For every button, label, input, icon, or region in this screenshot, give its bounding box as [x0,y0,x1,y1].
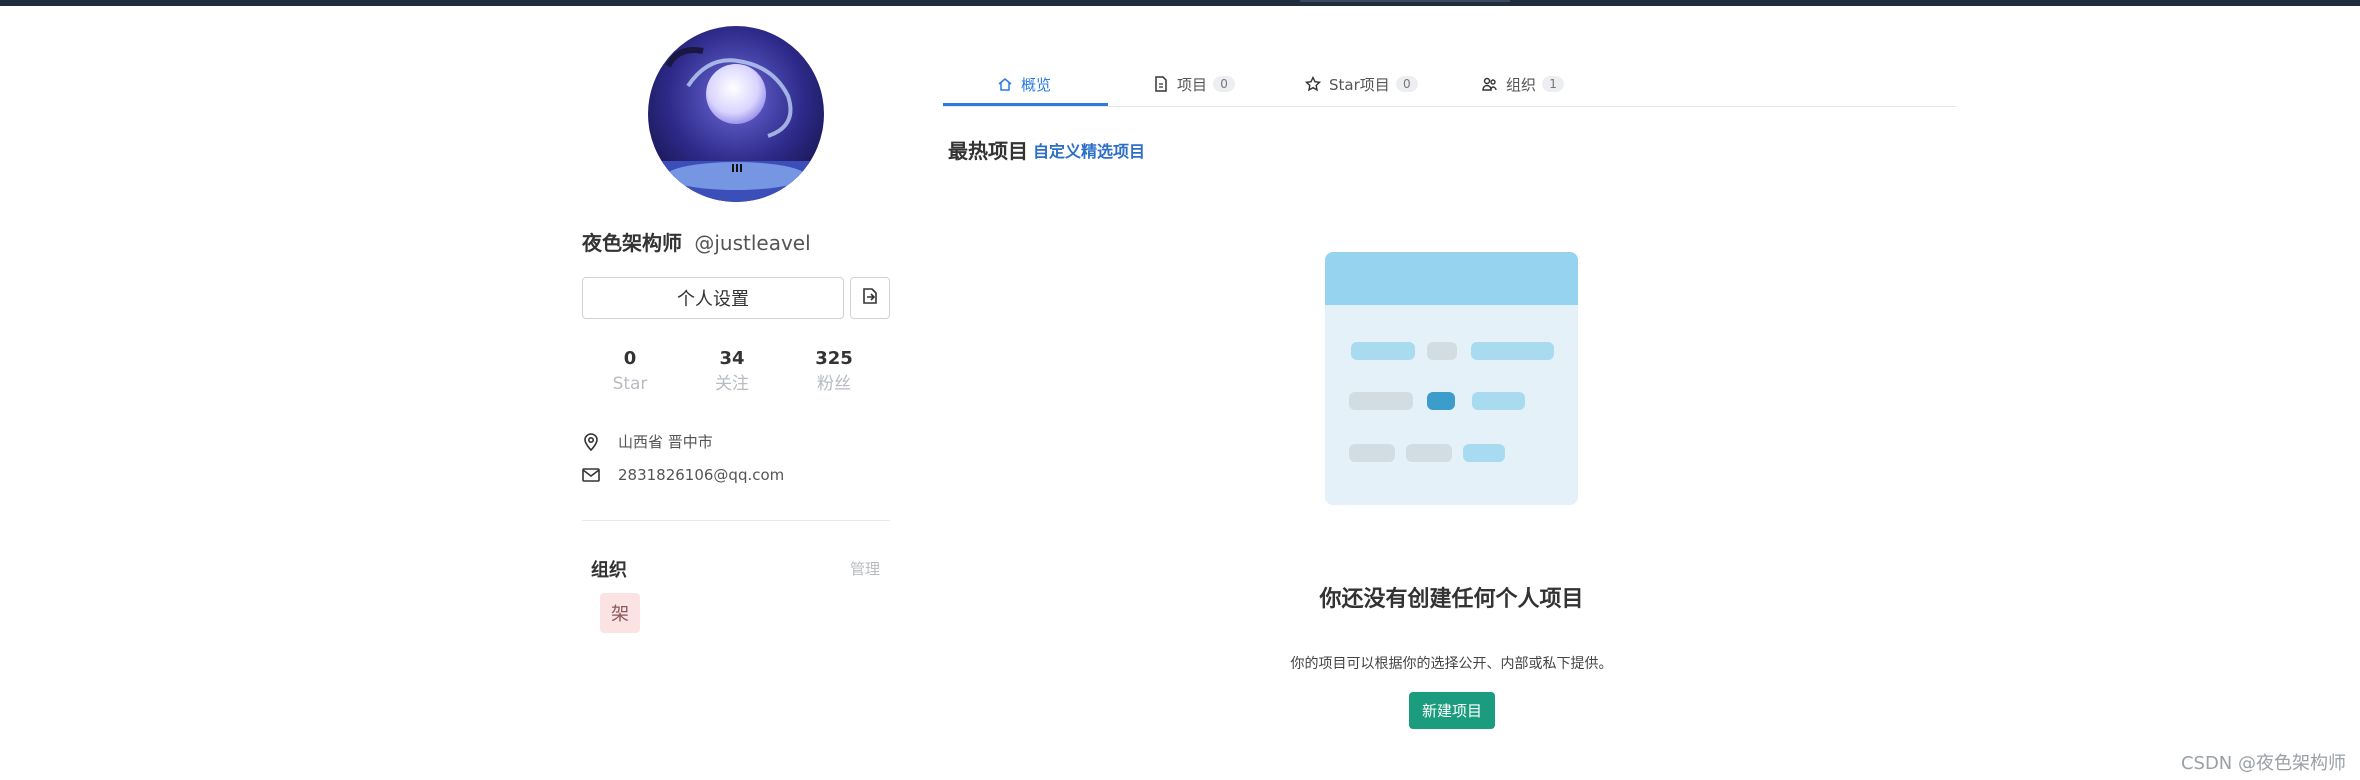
avatar-image [648,26,824,202]
mail-icon [582,466,600,484]
tab-projects[interactable]: 项目 0 [1153,62,1236,106]
profile-tabs: 概览 项目 0 Star项目 0 组织 1 [943,62,1956,107]
stat-label: Star [612,374,648,394]
tab-star-projects[interactable]: Star项目 0 [1305,62,1418,106]
tab-count-badge: 0 [1395,76,1418,92]
stat-value: 325 [815,348,853,369]
org-icon [1482,76,1498,92]
stat-value: 34 [719,348,745,369]
tab-overview[interactable]: 概览 [997,62,1051,106]
manage-organizations-link[interactable]: 管理 [850,558,880,579]
star-icon [1305,76,1321,92]
personal-settings-button[interactable]: 个人设置 [582,277,844,319]
avatar[interactable] [648,26,824,202]
organization-chip[interactable]: 架 [600,593,640,633]
email-row: 2831826106@qq.com [582,466,784,484]
divider [582,520,890,521]
stat-star[interactable]: 0 Star [585,348,675,394]
location-pin-icon [582,432,600,451]
stat-label: 关注 [715,374,749,394]
export-icon [860,286,880,310]
stat-value: 0 [623,348,637,369]
profile-name-row: 夜色架构师 @justleavel [582,227,811,256]
tab-label: 组织 [1506,75,1537,94]
top-bar-highlight [1300,0,1510,2]
watermark: CSDN @夜色架构师 [2180,753,2346,774]
top-bar [0,0,2360,6]
tab-count-badge: 0 [1213,76,1236,92]
organizations-title: 组织 [591,560,627,581]
new-project-button[interactable]: 新建项目 [1409,692,1495,729]
email-text: 2831826106@qq.com [618,466,785,484]
stat-followers[interactable]: 325 粉丝 [789,348,879,394]
tab-label: 概览 [1021,75,1052,94]
profile-name: 夜色架构师 [582,231,682,255]
customize-featured-projects-link[interactable]: 自定义精选项目 [1033,138,1145,162]
stat-following[interactable]: 34 关注 [687,348,777,394]
empty-state-description: 你的项目可以根据你的选择公开、内部或私下提供。 [1290,656,1613,672]
tab-count-badge: 1 [1542,76,1565,92]
location-row: 山西省 晋中市 [582,431,713,452]
stat-label: 粉丝 [817,374,851,394]
tab-label: 项目 [1177,75,1208,94]
location-text: 山西省 晋中市 [618,433,713,451]
empty-state-illustration [1325,252,1578,505]
section-title: 最热项目 [948,139,1028,163]
tab-label: Star项目 [1329,75,1390,94]
file-icon [1153,76,1169,92]
tab-organizations[interactable]: 组织 1 [1482,62,1565,106]
empty-state-title: 你还没有创建任何个人项目 [1319,587,1584,612]
export-button[interactable] [850,277,890,319]
active-tab-indicator [943,103,1108,106]
home-icon [997,76,1013,92]
profile-handle: @justleavel [694,231,811,255]
